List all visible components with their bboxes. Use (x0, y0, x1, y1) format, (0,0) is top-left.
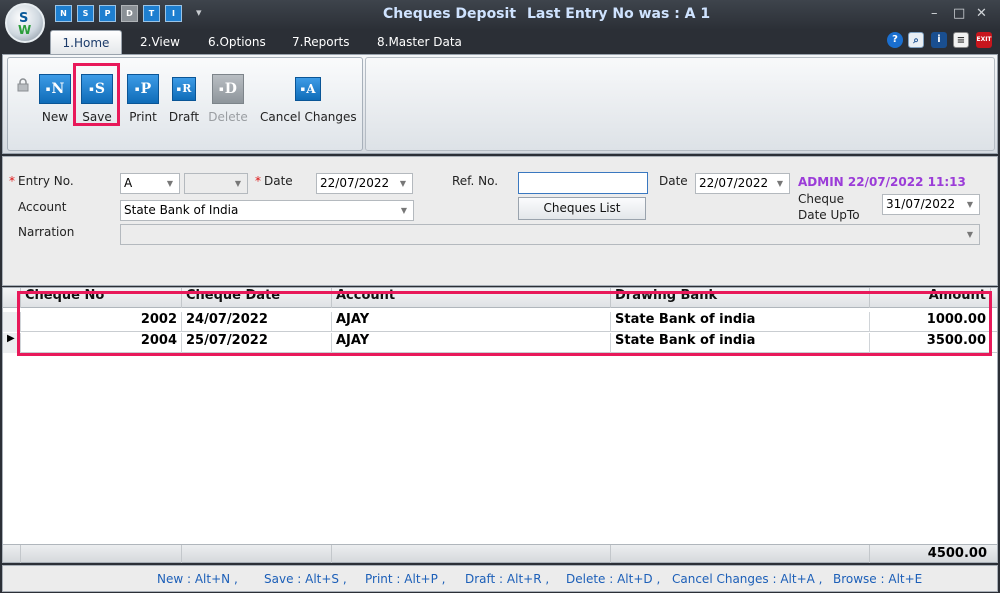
window-title: Cheques Deposit (383, 6, 517, 22)
find-icon[interactable]: ⌕ (908, 32, 924, 48)
account-label: Account (18, 200, 67, 214)
date2-picker[interactable]: 22/07/2022 ▼ (695, 173, 790, 194)
date-picker[interactable]: 22/07/2022 ▼ (316, 173, 413, 194)
cheque-date-upto-label-line2: Date UpTo (798, 208, 860, 222)
info-icon[interactable]: i (931, 32, 947, 48)
shortcut-browse: Browse : Alt+E (833, 572, 923, 586)
minimize-button[interactable]: – (931, 6, 938, 21)
tab-options[interactable]: 6.Options (202, 30, 272, 54)
delete-label: Delete (208, 110, 248, 124)
cancel-changes-icon: ▪A (295, 77, 321, 101)
shortcut-cancel-changes: Cancel Changes : Alt+A , (672, 572, 823, 586)
new-icon: ▪N (39, 74, 71, 104)
tab-reports[interactable]: 7.Reports (286, 30, 355, 54)
new-label: New (41, 110, 69, 124)
print-button[interactable]: ▪P Print (124, 58, 162, 150)
narration-label: Narration (18, 225, 75, 239)
cheque-date-upto-label-line1: Cheque (798, 192, 844, 206)
quick-delete-icon[interactable]: D (121, 5, 138, 22)
tab-home[interactable]: 1.Home (50, 30, 122, 54)
entry-no-label: * Entry No. (9, 174, 74, 188)
lock-icon (17, 78, 29, 92)
quick-save-icon[interactable]: S (77, 5, 94, 22)
entry-no-combo[interactable]: A ▼ (120, 173, 180, 194)
quick-access-more-icon[interactable]: ▾ (196, 6, 202, 19)
document-icon[interactable]: ≡ (953, 32, 969, 48)
ribbon-group-actions: ▪N New ▪S Save ▪P Print ▪R Draft ▪D Dele… (7, 57, 363, 151)
maximize-button[interactable]: □ (953, 6, 965, 21)
shortcut-new: New : Alt+N , (157, 572, 238, 586)
total-amount: 4500.00 (927, 546, 987, 561)
shortcut-bar: New : Alt+N , Save : Alt+S , Print : Alt… (2, 565, 998, 592)
admin-stamp: ADMIN 22/07/2022 11:13 (798, 175, 966, 189)
save-button-highlight (73, 63, 120, 126)
print-icon: ▪P (127, 74, 159, 104)
chevron-down-icon[interactable]: ▼ (397, 201, 411, 220)
shortcut-draft: Draft : Alt+R , (465, 572, 550, 586)
title-bar: S W N S P D T I ▾ Cheques Deposit Last E… (0, 0, 1000, 43)
account-combo[interactable]: State Bank of India ▼ (120, 200, 414, 221)
ref-no-label: Ref. No. (452, 174, 499, 188)
menu-tabs: 1.Home 2.View 6.Options 7.Reports 8.Mast… (0, 30, 1000, 54)
chevron-down-icon[interactable]: ▼ (163, 174, 177, 193)
chevron-down-icon[interactable]: ▼ (773, 174, 787, 193)
tab-master-data[interactable]: 8.Master Data (371, 30, 468, 54)
cheques-list-button[interactable]: Cheques List (518, 197, 646, 220)
ref-no-input[interactable] (518, 172, 648, 194)
ribbon-empty-area (365, 57, 995, 151)
shortcut-save: Save : Alt+S , (264, 572, 347, 586)
cheque-date-upto-picker[interactable]: 31/07/2022 ▼ (882, 194, 980, 215)
chevron-down-icon[interactable]: ▼ (231, 174, 245, 193)
help-icon[interactable]: ? (887, 32, 903, 48)
new-button[interactable]: ▪N New (36, 58, 74, 150)
quick-tool-icon[interactable]: T (143, 5, 160, 22)
cancel-changes-button[interactable]: ▪A Cancel Changes (260, 58, 357, 150)
draft-button[interactable]: ▪R Draft (166, 58, 202, 150)
delete-button[interactable]: ▪D Delete (206, 58, 250, 150)
date2-label: Date (659, 174, 688, 188)
entry-suffix-combo[interactable]: ▼ (184, 173, 248, 194)
logo-letter-w: W (18, 23, 32, 37)
shortcut-delete: Delete : Alt+D , (566, 572, 661, 586)
chevron-down-icon[interactable]: ▼ (963, 195, 977, 214)
entry-form: * Entry No. A ▼ ▼ * Date 22/07/2022 ▼ Ref. N… (2, 156, 998, 286)
draft-icon: ▪R (172, 77, 196, 101)
chevron-down-icon[interactable]: ▼ (963, 225, 977, 244)
draft-label: Draft (168, 110, 200, 124)
cancel-changes-label: Cancel Changes (260, 110, 357, 124)
narration-combo[interactable]: ▼ (120, 224, 980, 245)
ribbon: ▪N New ▪S Save ▪P Print ▪R Draft ▪D Dele… (2, 54, 998, 154)
shortcut-print: Print : Alt+P , (365, 572, 446, 586)
chevron-down-icon[interactable]: ▼ (396, 174, 410, 193)
quick-new-icon[interactable]: N (55, 5, 72, 22)
app-logo-icon[interactable]: S W (5, 3, 45, 43)
quick-info-icon[interactable]: I (165, 5, 182, 22)
grid-rows-highlight (17, 291, 992, 356)
tab-view[interactable]: 2.View (134, 30, 186, 54)
grid-totals-row: 4500.00 (3, 544, 997, 563)
exit-icon[interactable]: EXIT (976, 32, 992, 48)
delete-icon: ▪D (212, 74, 244, 104)
last-entry-label: Last Entry No was : A 1 (527, 6, 711, 22)
close-button[interactable]: ✕ (976, 6, 987, 21)
print-label: Print (129, 110, 157, 124)
date-label: * Date (255, 174, 293, 188)
quick-print-icon[interactable]: P (99, 5, 116, 22)
